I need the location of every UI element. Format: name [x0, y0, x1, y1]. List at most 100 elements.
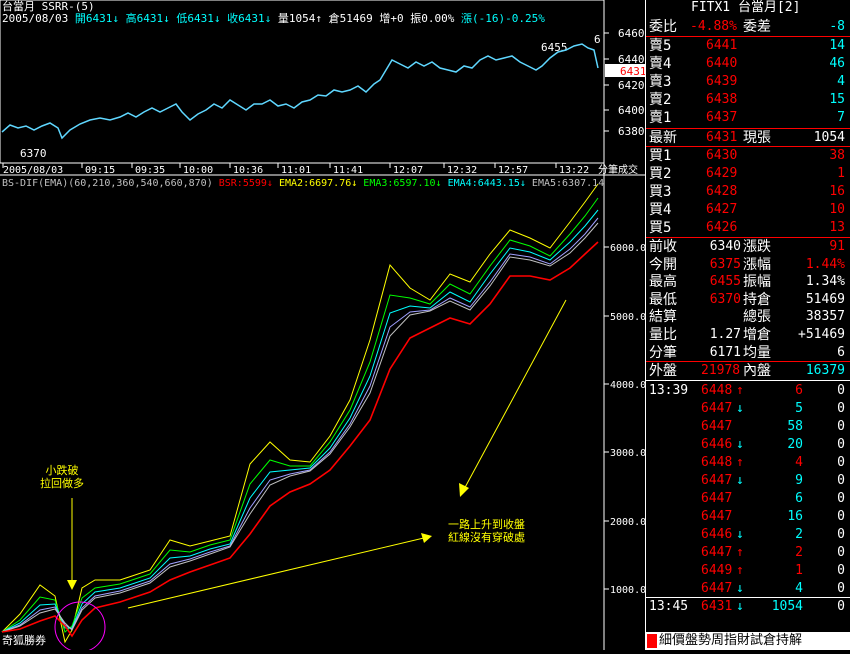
divider-white	[646, 380, 850, 381]
oi-change-value: 增+0	[379, 12, 404, 25]
bid-row: 買4 6427 10	[646, 201, 850, 219]
tick-oi: 0	[837, 419, 845, 434]
ask-row: 賣5 6441 14	[646, 37, 850, 55]
indicator-y-axis: 6000.0 5000.0 4000.0 3000.0 2000.0 1000.0	[604, 243, 646, 596]
time-label: 09:35	[135, 165, 165, 176]
tick-price: 6446	[701, 527, 733, 542]
indicator-y-label: 5000.0	[610, 312, 645, 323]
chart-canvas[interactable]: 646064406420640063806645563706431 2005/0…	[0, 0, 647, 653]
tick-time: 13:45	[649, 599, 689, 614]
tick-qty: 58	[787, 419, 803, 434]
bid-price: 6430	[706, 148, 738, 163]
stat-value: 6171	[709, 344, 741, 360]
arrowhead-down-right	[459, 483, 469, 497]
bid-qty: 38	[829, 148, 845, 163]
tick-price: 6447	[701, 419, 733, 434]
tick-oi: 0	[837, 527, 845, 542]
open-value: 開6431	[74, 12, 113, 25]
bottom-tab-bar[interactable]: 細價盤勢周指財試倉持解	[645, 632, 850, 650]
ask-label: 賣5	[649, 38, 672, 54]
tick-row: 6446 ↓ 2 0	[646, 526, 850, 544]
bid-price: 6429	[706, 166, 738, 181]
tick-arrow-icon: ↑	[736, 455, 744, 470]
time-label: 11:01	[281, 165, 311, 176]
stat-row: 結算 總張 38357	[646, 308, 850, 326]
stat-row: 最高 6455 振幅 1.34%	[646, 273, 850, 291]
ask-label: 賣4	[649, 56, 672, 72]
cur-label: 現張	[743, 130, 771, 146]
stat-value: 38357	[805, 309, 845, 325]
bid-row: 買3 6428 16	[646, 183, 850, 201]
arrowhead-down-left	[67, 580, 77, 590]
brand-label: 奇狐勝券	[2, 634, 46, 647]
high-value: 高6431	[125, 12, 164, 25]
last-label: 最新	[649, 130, 677, 146]
tick-oi: 0	[837, 473, 845, 488]
stat-label: 最高	[649, 274, 677, 291]
stat-value: 6340	[709, 239, 741, 254]
last-price: 6431	[706, 130, 738, 145]
ask-row: 賣2 6438 15	[646, 91, 850, 109]
ohlc-bar: 2005/08/03 開6431↓ 高6431↓ 低6431↓ 收6431↓ 量…	[2, 12, 545, 25]
price-y-label: 6420	[618, 79, 645, 92]
cur-value: 1054	[813, 130, 845, 145]
ema4-value: EMA4:6443.15	[447, 178, 520, 189]
tick-qty: 16	[787, 509, 803, 524]
ask-qty: 15	[829, 92, 845, 107]
stat-label: 最低	[649, 291, 677, 308]
annotation-left: 小跌破 拉回做多	[40, 464, 84, 490]
indicator-y-label: 6000.0	[610, 243, 645, 254]
tick-oi: 0	[837, 599, 845, 614]
time-label: 12:57	[498, 165, 528, 176]
tick-arrow-icon: ↓	[736, 599, 744, 614]
tick-arrow-icon: ↓	[736, 473, 744, 488]
bid-qty: 13	[829, 220, 845, 235]
time-label: 2005/08/03	[3, 165, 63, 176]
arrowhead-right	[421, 533, 432, 543]
ratio-row: 委比 -4.88% 委差 -8	[646, 18, 850, 36]
stat-label: 漲幅	[743, 256, 771, 273]
indicator-legend: BS-DIF(EMA)(60,210,360,540,660,870) BSR:…	[2, 178, 605, 189]
tick-oi: 0	[837, 491, 845, 506]
tick-qty: 6	[795, 383, 803, 398]
stat-row: 前收 6340 漲跌 91	[646, 238, 850, 256]
tick-qty: 6	[795, 491, 803, 506]
tick-row: 6447 ↓ 9 0	[646, 472, 850, 490]
close-value: 收6431	[227, 12, 265, 25]
chart-area[interactable]: 6460 6440 6420 6400 6380 6 6455 6370 6431 2005/0…	[0, 0, 647, 653]
panel-title: FITX1 台當月[2]	[691, 0, 801, 15]
tick-price: 6448	[701, 455, 733, 470]
time-label: 13:22	[559, 165, 589, 176]
indicator-series-line	[1, 209, 599, 633]
price-line	[1, 43, 599, 140]
bid-price: 6426	[706, 220, 738, 235]
tick-arrow-icon: ↑	[736, 545, 744, 560]
bid-label: 買4	[649, 202, 672, 218]
ask-price: 6437	[706, 110, 738, 125]
tick-qty: 5	[795, 401, 803, 416]
outer-inner-row: 外盤 21978 內盤 16379	[646, 362, 850, 380]
tick-price: 6431	[701, 599, 733, 614]
indicator-lines	[1, 183, 599, 644]
ratio-value: -4.88%	[690, 19, 737, 34]
bid-label: 買1	[649, 148, 672, 164]
tick-price: 6448	[701, 383, 733, 398]
stat-value: 51469	[805, 291, 845, 307]
stat-label: 前收	[649, 239, 677, 255]
tick-price: 6447	[701, 581, 733, 596]
ratio-label: 委比	[649, 19, 677, 35]
amplitude-value: 振0.00%	[410, 12, 455, 25]
bid-price: 6428	[706, 184, 738, 199]
bid-label: 買2	[649, 166, 672, 182]
last-price-tag-label: 6431	[620, 65, 645, 78]
time-label: 09:15	[85, 165, 115, 176]
tick-price: 6447	[701, 473, 733, 488]
bid-qty: 16	[829, 184, 845, 199]
ema3-value: EMA3:6597.10	[363, 178, 436, 189]
bottom-tabs-text[interactable]: 細價盤勢周指財試倉持解	[659, 633, 802, 648]
ask-label: 賣1	[649, 110, 672, 126]
red-marker-icon	[647, 633, 657, 648]
tick-oi: 0	[837, 545, 845, 560]
stat-row: 量比 1.27 增倉 +51469	[646, 326, 850, 344]
final-tick-row: 13:45 6431 ↓ 1054 0	[646, 598, 850, 616]
